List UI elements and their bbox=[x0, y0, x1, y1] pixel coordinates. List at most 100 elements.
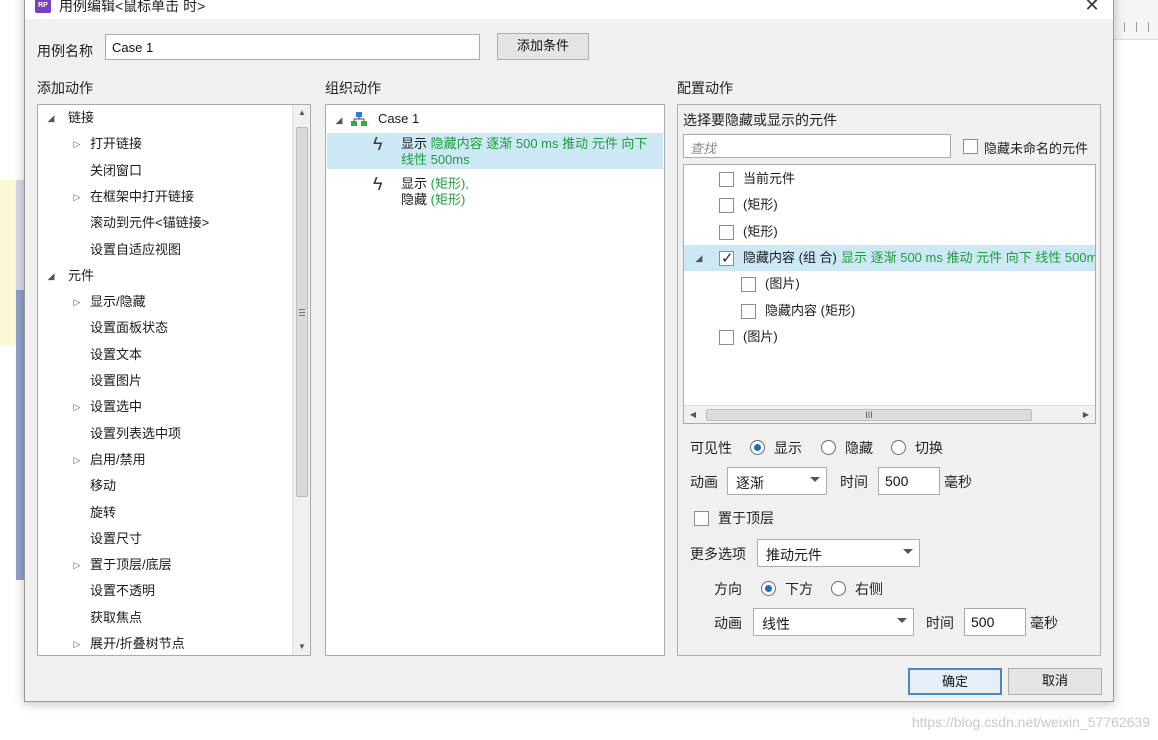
case-name-label: 用例名称 bbox=[37, 43, 93, 59]
case-editor-dialog: RP 用例编辑<鼠标单击 时> ✕ 用例名称 Case 1 添加条件 添加动作 … bbox=[24, 0, 1114, 702]
animation-time-unit: 毫秒 bbox=[944, 474, 972, 490]
tree-item[interactable]: 设置文本 bbox=[90, 342, 142, 368]
widget-list-row[interactable]: 当前元件 bbox=[684, 166, 1095, 192]
tree-collapsed-icon[interactable]: ▷ bbox=[72, 560, 82, 570]
widget-checkbox[interactable] bbox=[741, 303, 756, 319]
tree-category[interactable]: 链接 bbox=[68, 105, 94, 131]
tree-collapsed-icon[interactable]: ▷ bbox=[72, 402, 82, 412]
visibility-toggle-radio[interactable] bbox=[891, 440, 906, 455]
tree-item[interactable]: 设置图片 bbox=[90, 368, 142, 394]
scroll-up-arrow-icon[interactable]: ▲ bbox=[293, 105, 310, 121]
cancel-button[interactable]: 取消 bbox=[1008, 668, 1102, 695]
widget-list-row[interactable]: 隐藏内容 (矩形) bbox=[684, 298, 1095, 324]
tree-category[interactable]: 元件 bbox=[68, 263, 94, 289]
background-canvas-strip-dark bbox=[16, 290, 24, 580]
tree-item[interactable]: 置于顶层/底层 bbox=[90, 552, 172, 578]
visibility-show-radio[interactable] bbox=[750, 440, 765, 455]
direction-right-radio[interactable] bbox=[831, 581, 846, 596]
tree-collapsed-icon[interactable]: ▷ bbox=[72, 139, 82, 149]
tree-item[interactable]: 打开链接 bbox=[90, 131, 142, 157]
widget-checkbox[interactable] bbox=[741, 277, 756, 293]
action-row-selected[interactable]: ϟ 显示 隐藏内容 逐渐 500 ms 推动 元件 向下 线性 500ms bbox=[327, 133, 663, 169]
widget-list-row[interactable]: (矩形) bbox=[684, 219, 1095, 245]
widget-label: (矩形) bbox=[743, 197, 778, 213]
widget-list-row[interactable]: (图片) bbox=[684, 271, 1095, 297]
tree-item[interactable]: 设置尺寸 bbox=[90, 526, 142, 552]
tree-vertical-scrollbar[interactable]: ▲ ▼ bbox=[292, 105, 310, 655]
tree-collapsed-icon[interactable]: ▷ bbox=[72, 297, 82, 307]
tree-item[interactable]: 启用/禁用 bbox=[90, 447, 146, 473]
widget-checkbox[interactable] bbox=[719, 224, 734, 240]
bring-to-front-label: 置于顶层 bbox=[718, 510, 774, 526]
widget-checkbox[interactable] bbox=[719, 329, 734, 345]
tree-item[interactable]: 获取焦点 bbox=[90, 605, 142, 631]
scroll-down-arrow-icon[interactable]: ▼ bbox=[293, 639, 310, 655]
animation-label: 动画 bbox=[690, 474, 718, 490]
chevron-down-icon bbox=[810, 477, 820, 482]
animation-select[interactable]: 逐渐 bbox=[727, 467, 827, 495]
animation-select-value: 逐渐 bbox=[736, 475, 764, 491]
add-condition-button[interactable]: 添加条件 bbox=[497, 33, 589, 60]
widget-checkbox[interactable] bbox=[719, 249, 734, 267]
widget-label: (矩形) bbox=[743, 223, 778, 239]
widget-label: 隐藏内容 (矩形) bbox=[765, 302, 856, 318]
tree-item[interactable]: 展开/折叠树节点 bbox=[90, 631, 185, 655]
bring-to-front-checkbox[interactable] bbox=[694, 511, 709, 526]
widget-list-row[interactable]: (图片) bbox=[684, 324, 1095, 350]
widget-checkbox[interactable] bbox=[719, 172, 734, 187]
scroll-right-arrow-icon[interactable]: ▶ bbox=[1077, 406, 1095, 423]
tree-item[interactable]: 设置列表选中项 bbox=[90, 421, 181, 447]
tree-collapsed-icon[interactable]: ▷ bbox=[72, 639, 82, 649]
action-2-target2: (矩形) bbox=[430, 192, 466, 207]
push-animation-label: 动画 bbox=[714, 615, 742, 631]
thumb-grip bbox=[299, 312, 305, 313]
hide-unnamed-checkbox[interactable] bbox=[963, 139, 978, 154]
tree-item[interactable]: 在框架中打开链接 bbox=[90, 184, 194, 210]
tree-item[interactable]: 设置自适应视图 bbox=[90, 237, 181, 263]
group-expanded-icon[interactable]: ◢ bbox=[694, 253, 704, 263]
tree-item[interactable]: 设置面板状态 bbox=[90, 315, 168, 341]
widget-list-horizontal-scrollbar[interactable]: ◀ III ▶ bbox=[684, 405, 1095, 423]
widget-search-input[interactable]: 查找 bbox=[683, 134, 951, 158]
configure-actions-panel: 选择要隐藏或显示的元件 查找 隐藏未命名的元件 ◀ III ▶ 当前元件 (矩形)… bbox=[677, 104, 1101, 656]
scroll-left-arrow-icon[interactable]: ◀ bbox=[684, 406, 702, 423]
more-options-select[interactable]: 推动元件 bbox=[757, 539, 920, 567]
tree-item[interactable]: 显示/隐藏 bbox=[90, 289, 146, 315]
tree-expanded-icon[interactable]: ◢ bbox=[46, 271, 56, 281]
tree-item[interactable]: 旋转 bbox=[90, 500, 116, 526]
organize-actions-panel: ◢ Case 1 ϟ 显示 隐藏内容 逐渐 500 ms 推动 元件 向下 线性… bbox=[325, 104, 665, 656]
case-tree-icon bbox=[350, 111, 368, 127]
widget-label: (图片) bbox=[765, 276, 800, 292]
close-icon[interactable]: ✕ bbox=[1079, 0, 1105, 15]
tree-item[interactable]: 关闭窗口 bbox=[90, 158, 142, 184]
widget-list-row[interactable]: ◢ 隐藏内容 (组 合)显示 逐渐 500 ms 推动 元件 向下 线性 500m bbox=[684, 244, 1095, 271]
direction-down-radio[interactable] bbox=[761, 581, 776, 596]
action-1-text: 显示 隐藏内容 逐渐 500 ms 推动 元件 向下 线性 500ms bbox=[401, 136, 647, 168]
push-animation-time-input[interactable]: 500 bbox=[964, 608, 1026, 636]
tree-item[interactable]: 滚动到元件<锚链接> bbox=[90, 210, 209, 236]
visibility-show-label: 显示 bbox=[774, 440, 802, 456]
tree-item[interactable]: 设置不透明 bbox=[90, 578, 155, 604]
hscroll-thumb[interactable]: III bbox=[706, 409, 1032, 421]
select-widgets-label: 选择要隐藏或显示的元件 bbox=[683, 112, 837, 128]
tree-item[interactable]: 移动 bbox=[90, 473, 116, 499]
tree-collapsed-icon[interactable]: ▷ bbox=[72, 192, 82, 202]
hide-unnamed-label: 隐藏未命名的元件 bbox=[984, 141, 1089, 156]
case-node-label[interactable]: Case 1 bbox=[378, 106, 419, 132]
visibility-hide-radio[interactable] bbox=[821, 440, 836, 455]
action-row[interactable]: ϟ 显示 (矩形), 隐藏 (矩形) bbox=[327, 173, 663, 209]
case-name-input[interactable]: Case 1 bbox=[105, 34, 480, 60]
ok-button[interactable]: 确定 bbox=[908, 668, 1002, 695]
animation-time-input[interactable]: 500 bbox=[878, 467, 940, 495]
widget-list-row[interactable]: (矩形) bbox=[684, 192, 1095, 218]
widget-checkbox[interactable] bbox=[719, 198, 734, 214]
animation-time-label: 时间 bbox=[840, 474, 868, 490]
scrollbar-thumb[interactable] bbox=[296, 127, 308, 497]
tree-collapsed-icon[interactable]: ▷ bbox=[72, 455, 82, 465]
push-animation-select[interactable]: 线性 bbox=[753, 608, 914, 636]
tree-item[interactable]: 设置选中 bbox=[90, 394, 142, 420]
case-expander-icon[interactable]: ◢ bbox=[334, 115, 344, 125]
background-ruler bbox=[1114, 0, 1158, 40]
action-1-verb: 显示 bbox=[401, 136, 428, 151]
tree-expanded-icon[interactable]: ◢ bbox=[46, 113, 56, 123]
